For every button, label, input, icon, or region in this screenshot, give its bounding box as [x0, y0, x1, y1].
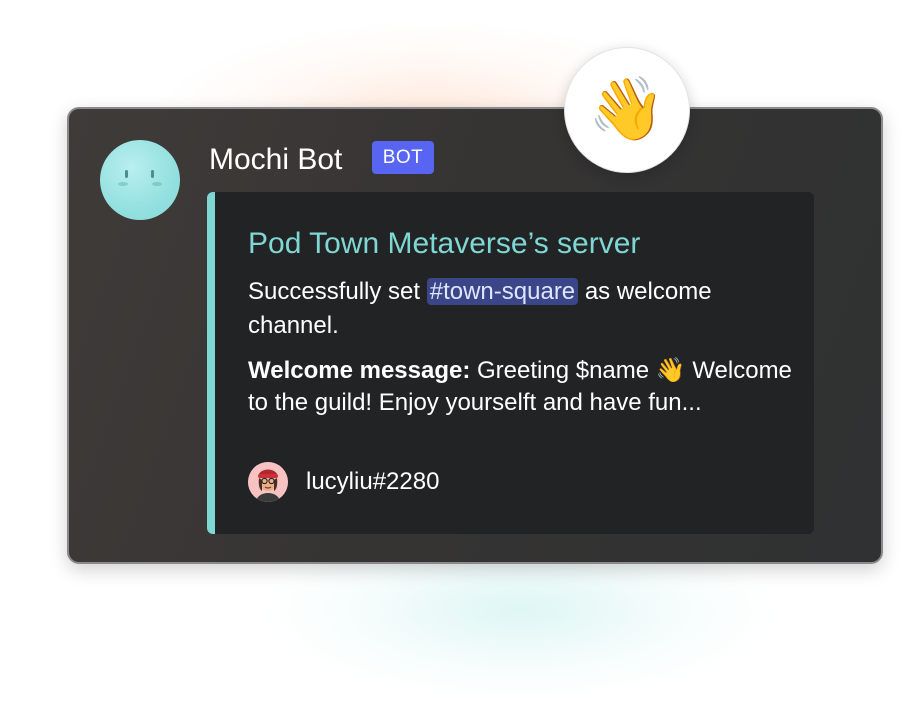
embed-description: Successfully set #town-square as welcome… [248, 275, 793, 343]
avatar-left-eye [125, 170, 128, 178]
bot-badge: BOT [372, 141, 434, 174]
footer-username[interactable]: lucyliu#2280 [306, 464, 439, 500]
description-text-before: Successfully set [248, 278, 427, 305]
avatar-right-blush [152, 182, 162, 186]
footer-user-avatar[interactable] [248, 462, 288, 502]
avatar-right-eye [151, 170, 154, 178]
embed-title: Pod Town Metaverse’s server [248, 227, 641, 260]
welcome-message-label: Welcome message: [248, 357, 471, 384]
user-avatar-icon [248, 462, 288, 502]
waving-hand-icon: 👋 [564, 47, 690, 173]
bot-avatar[interactable] [100, 140, 180, 220]
welcome-message: Welcome message: Greeting $name 👋 Welcom… [248, 355, 793, 419]
stage: Mochi Bot BOT Pod Town Metaverse’s serve… [0, 0, 910, 725]
author-name[interactable]: Mochi Bot [209, 140, 342, 180]
avatar-left-blush [118, 182, 128, 186]
channel-mention[interactable]: #town-square [426, 278, 579, 305]
